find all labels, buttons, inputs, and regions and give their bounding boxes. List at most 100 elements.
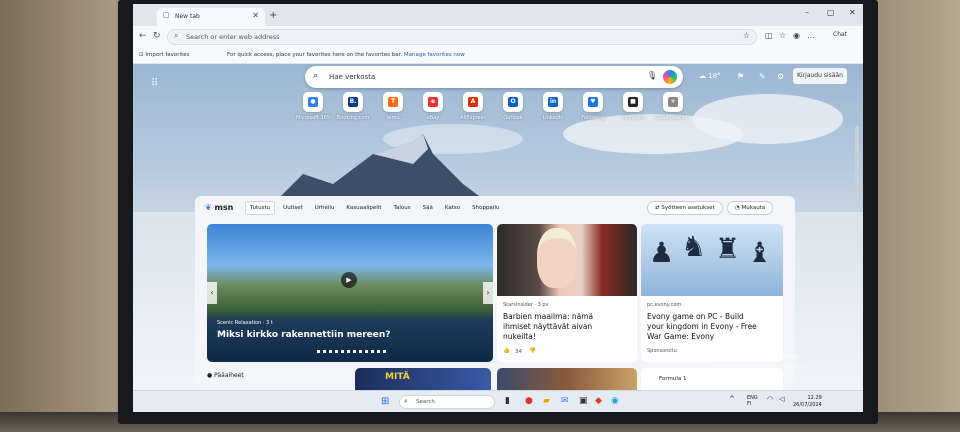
apps-grid-icon[interactable]: ⠿ [151, 78, 158, 89]
headlines-label[interactable]: ● Pääaiheet [207, 372, 244, 379]
quick-link[interactable]: ♥ Following [573, 92, 613, 121]
quick-links: ● Microsoft 365 B. Booking.com Ttemu e eBay A Al… [293, 92, 713, 126]
hero-title[interactable]: Miksi kirkko rakennettiin mereen? [217, 330, 391, 340]
feed-header: ❦ msn Tutustu Uutiset Urheilu Kasuaalipelit… [195, 196, 795, 220]
quick-link-icon: ● [303, 92, 323, 112]
search-icon: ⌕ [174, 31, 179, 40]
quick-link[interactable]: O Outlook [493, 92, 533, 121]
quick-link[interactable]: e eBay [413, 92, 453, 121]
new-tab-button[interactable]: + [269, 10, 277, 21]
windows-start-icon[interactable]: ⊞ [381, 396, 389, 407]
formula-widget[interactable]: Formula 1 [641, 368, 783, 390]
chess-piece-icon: ♜ [715, 232, 741, 265]
feed-tab[interactable]: Tutustu [245, 201, 276, 215]
feed-tab[interactable]: Katso [441, 202, 464, 214]
rewards-icon[interactable]: ⚑ [737, 72, 744, 81]
quick-link-icon: B. [343, 92, 363, 112]
language-indicator[interactable]: ENG FI [747, 395, 758, 407]
carousel-prev-icon[interactable]: ‹ [207, 282, 217, 304]
copilot-icon[interactable] [663, 70, 677, 84]
search-icon: ⌕ [404, 397, 408, 405]
scrollbar[interactable] [855, 126, 859, 196]
quick-link-glyph: B. [348, 97, 358, 107]
taskbar: ⊞ ⌕ Search ▮ ● ▰ ✉ ▣ ◆ ◉ ^ ENG FI ◠ ◁ 12.… [133, 390, 863, 412]
quick-link[interactable]: ● Microsoft 365 [293, 92, 333, 121]
profile-icon[interactable]: ◉ [793, 31, 800, 40]
mail-icon[interactable]: ✉ [561, 396, 569, 406]
manage-favorites-link[interactable]: Manage favorites now [404, 52, 465, 58]
sponsored-card[interactable]: ♟ ♞ ♜ ♝ pc.evony.com Evony game on PC - … [641, 224, 783, 362]
copilot-chat-button[interactable]: Chat [833, 31, 847, 38]
feed-settings-label: Syötteen asetukset [661, 205, 715, 211]
quick-link[interactable]: A AliExpress [453, 92, 493, 121]
play-icon[interactable]: ▶ [341, 272, 357, 288]
like-icon[interactable]: 👍 [503, 348, 510, 354]
quick-link[interactable]: ■ Microsoft [613, 92, 653, 121]
minimize-icon[interactable]: – [805, 8, 809, 17]
refresh-icon[interactable]: ↻ [153, 31, 161, 41]
weather-widget[interactable]: ☁ 18° [699, 72, 721, 80]
quick-link-label: Microsoft [621, 115, 645, 121]
tab-new-tab[interactable]: ▢ New tab ✕ [157, 8, 265, 26]
web-search-box[interactable]: ⌕ Hae verkosta 🎙 [305, 66, 683, 88]
feed-tab[interactable]: Kasuaalipelit [342, 202, 385, 214]
split-screen-icon[interactable]: ◫ [765, 31, 773, 40]
article-card[interactable]: StarsInsider · 3 pv Barbien maailma: näm… [497, 224, 637, 362]
hero-source: Scenic Relaxation · 3 t [217, 320, 273, 326]
pencil-icon[interactable]: ✎ [759, 72, 766, 81]
task-view-icon[interactable]: ▮ [505, 396, 510, 406]
feed-tab[interactable]: Shoppailu [468, 202, 503, 214]
quick-link[interactable]: B. Booking.com [333, 92, 373, 121]
wifi-icon[interactable]: ◠ [767, 395, 773, 403]
quick-link[interactable]: + Lisää pikalin... [653, 92, 693, 121]
signin-button[interactable]: Kirjaudu sisään [793, 68, 847, 84]
clock[interactable]: 12.29 26/07/2024 [793, 395, 822, 409]
back-icon[interactable]: ← [139, 31, 147, 41]
carousel-next-icon[interactable]: › [483, 282, 493, 304]
cloud [693, 94, 843, 144]
feed-tab[interactable]: Urheilu [311, 202, 339, 214]
quick-link-label: LinkedIn [542, 115, 564, 121]
article-card-row2[interactable]: MITÄ [355, 368, 491, 390]
activate-windows-subtitle: Go to Settings to activate Windows. [719, 364, 809, 370]
msn-logo[interactable]: ❦ msn [205, 203, 233, 212]
quick-link-label: Outlook [503, 115, 523, 121]
file-explorer-icon[interactable]: ▰ [543, 396, 550, 406]
quick-link[interactable]: in LinkedIn [533, 92, 573, 121]
brave-icon[interactable]: ◆ [595, 396, 602, 406]
favorite-star-icon[interactable]: ☆ [743, 31, 750, 40]
tray-chevron-icon[interactable]: ^ [729, 395, 735, 403]
import-favorites-button[interactable]: ⊡ Import favorites [139, 52, 189, 58]
volume-icon[interactable]: ◁ [779, 395, 784, 403]
feed-tab[interactable]: Talous [390, 202, 415, 214]
dislike-icon[interactable]: 👎 [529, 348, 536, 354]
app-icon[interactable]: ● [525, 396, 533, 406]
tab-close-icon[interactable]: ✕ [252, 11, 259, 20]
quick-link-label: AliExpress [460, 115, 486, 121]
address-bar[interactable]: ⌕ Search or enter web address ☆ [167, 29, 757, 45]
favorites-icon[interactable]: ☆ [779, 31, 786, 40]
sponsored-source: pc.evony.com [647, 302, 682, 308]
taskbar-search[interactable]: ⌕ Search [399, 395, 495, 409]
store-icon[interactable]: ▣ [579, 396, 588, 406]
article-card-row2[interactable] [497, 368, 637, 390]
customize-button[interactable]: ◔ Mukauta [727, 201, 774, 215]
feed-tab[interactable]: Sää [419, 202, 437, 214]
feed-settings-button[interactable]: ⇄ Syötteen asetukset [647, 201, 723, 215]
feed-tab[interactable]: Uutiset [279, 202, 307, 214]
chess-piece-icon: ♞ [681, 230, 707, 263]
msn-butterfly-icon: ❦ [205, 203, 212, 212]
more-icon[interactable]: … [807, 31, 815, 40]
quick-link[interactable]: Ttemu [373, 92, 413, 121]
edge-icon[interactable]: ◉ [611, 396, 619, 406]
article-title-line: Barbien maailma: nämä [503, 312, 594, 321]
close-window-icon[interactable]: ✕ [849, 8, 856, 17]
weather-temp: 18° [708, 72, 721, 80]
like-count: 34 [515, 349, 522, 355]
microphone-icon[interactable]: 🎙 [647, 71, 657, 80]
favorites-hint-text: For quick access, place your favorites h… [227, 52, 403, 58]
settings-icon[interactable]: ⚙ [777, 72, 784, 81]
hero-video-card[interactable]: ‹ › ▶ Scenic Relaxation · 3 t Miksi kirk… [207, 224, 493, 362]
maximize-icon[interactable]: ▢ [827, 8, 835, 17]
quick-link-icon: in [543, 92, 563, 112]
